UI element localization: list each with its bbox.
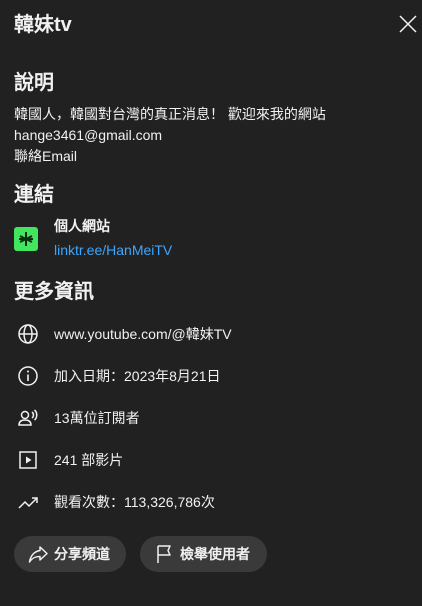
channel-about-panel: 韓妹tv 說明 韓國人，韓國對台灣的真正消息！ 歡迎來我的網站 hange346…	[0, 0, 422, 606]
joined-date: 加入日期：2023年8月21日	[54, 368, 221, 384]
video-count: 241 部影片	[54, 452, 124, 468]
description-line: 韓國人，韓國對台灣的真正消息！ 歡迎來我的網站	[14, 106, 326, 122]
trending-icon	[18, 497, 38, 509]
description-line: 聯絡Email	[14, 148, 78, 164]
info-icon	[18, 366, 38, 386]
view-count: 觀看次數：113,326,786次	[54, 494, 215, 510]
channel-title: 韓妹tv	[14, 14, 72, 36]
video-icon	[19, 451, 37, 469]
subscribers-row: 13萬位訂閱者	[14, 404, 414, 432]
subscriber-count: 13萬位訂閱者	[54, 410, 140, 426]
views-row: 觀看次數：113,326,786次	[14, 488, 414, 516]
description-heading: 說明	[14, 72, 54, 94]
channel-url-row: www.youtube.com/@韓妹TV	[14, 320, 414, 348]
share-icon	[28, 546, 48, 563]
joined-row: 加入日期：2023年8月21日	[14, 362, 414, 390]
linktree-icon	[14, 227, 38, 251]
close-button[interactable]	[398, 14, 418, 34]
link-name: 個人網站	[54, 218, 110, 234]
link-url[interactable]: linktr.ee/HanMeiTV	[54, 241, 172, 259]
description-line: hange3461@gmail.com	[14, 127, 163, 143]
more-info-heading: 更多資訊	[14, 281, 94, 303]
subscribers-icon	[18, 409, 38, 426]
share-channel-label: 分享頻道	[54, 546, 110, 562]
share-channel-button[interactable]: 分享頻道	[14, 536, 126, 572]
report-user-label: 檢舉使用者	[180, 546, 250, 562]
panel-header: 韓妹tv	[14, 11, 422, 41]
videos-row: 241 部影片	[14, 446, 414, 474]
channel-url: www.youtube.com/@韓妹TV	[54, 326, 232, 342]
link-item: 個人網站 linktr.ee/HanMeiTV	[14, 217, 414, 261]
links-heading: 連結	[14, 184, 54, 206]
report-user-button[interactable]: 檢舉使用者	[140, 536, 267, 572]
description-text: 韓國人，韓國對台灣的真正消息！ 歡迎來我的網站 hange3461@gmail.…	[14, 104, 414, 167]
flag-icon	[157, 545, 171, 563]
globe-icon	[18, 324, 38, 344]
close-icon	[399, 15, 417, 33]
